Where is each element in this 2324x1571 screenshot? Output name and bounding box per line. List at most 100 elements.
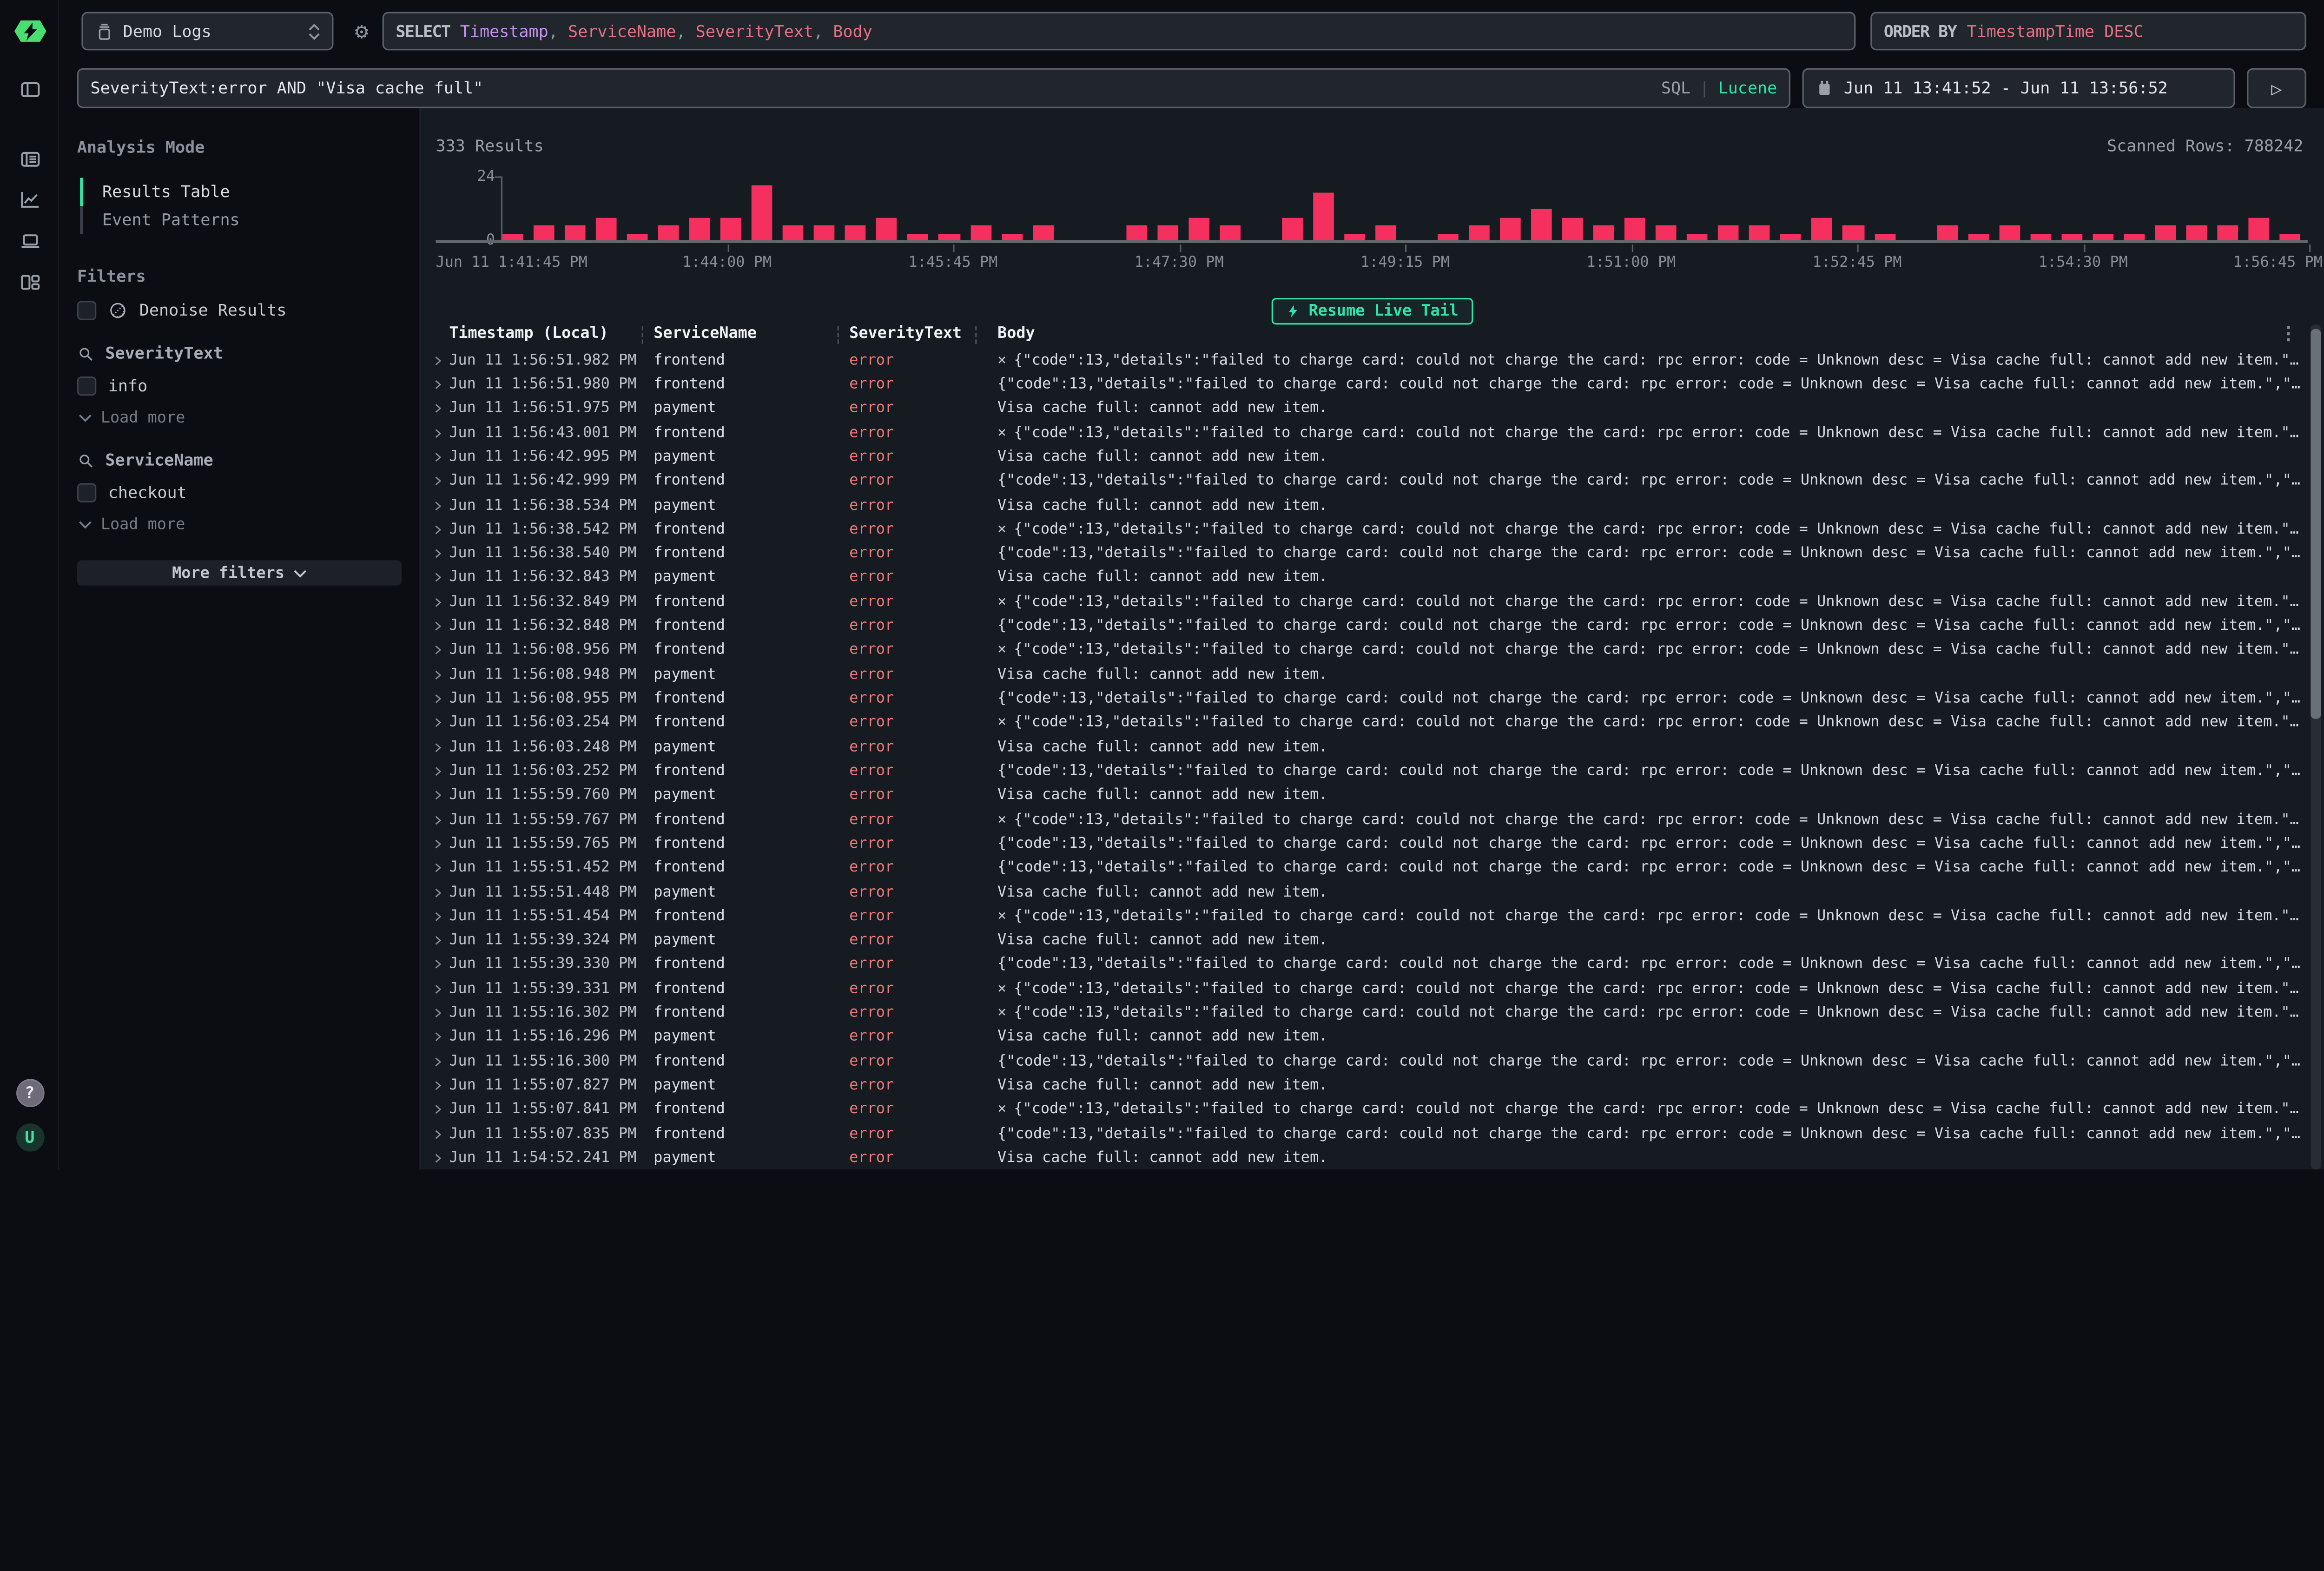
expand-chevron-icon[interactable] (431, 1079, 449, 1093)
histogram-bar[interactable] (1469, 225, 1490, 242)
column-separator[interactable] (975, 326, 977, 344)
log-row[interactable]: Jun 11 1:56:51.980 PMfrontenderror{"code… (421, 372, 2306, 396)
expand-chevron-icon[interactable] (431, 475, 449, 488)
log-row[interactable]: Jun 11 1:56:08.955 PMfrontenderror{"code… (421, 687, 2306, 711)
expand-chevron-icon[interactable] (431, 571, 449, 585)
expand-chevron-icon[interactable] (431, 1030, 449, 1044)
source-selector[interactable]: Demo Logs (81, 12, 333, 51)
col-body[interactable]: Body (997, 324, 1035, 342)
histogram-bar[interactable] (1936, 225, 1957, 242)
expand-chevron-icon[interactable] (431, 668, 449, 681)
histogram-bar[interactable] (1188, 217, 1209, 242)
log-row[interactable]: Jun 11 1:55:07.835 PMfrontenderror{"code… (421, 1122, 2306, 1146)
expand-chevron-icon[interactable] (431, 910, 449, 923)
resume-live-tail-button[interactable]: Resume Live Tail (1272, 298, 1473, 324)
help-button[interactable]: ? (0, 1077, 59, 1107)
log-row[interactable]: Jun 11 1:55:39.330 PMfrontenderror{"code… (421, 953, 2306, 977)
histogram-bar[interactable] (1812, 217, 1833, 242)
expand-chevron-icon[interactable] (431, 644, 449, 657)
expand-chevron-icon[interactable] (431, 1006, 449, 1020)
histogram-bar[interactable] (1157, 225, 1178, 242)
histogram-bar[interactable] (1220, 225, 1241, 242)
expand-chevron-icon[interactable] (431, 861, 449, 875)
load-more-severitytext[interactable]: Load more (79, 409, 402, 427)
expand-chevron-icon[interactable] (431, 1128, 449, 1141)
log-row[interactable]: Jun 11 1:55:07.827 PMpaymenterrorVisa ca… (421, 1074, 2306, 1098)
histogram-bar[interactable] (814, 225, 835, 242)
col-timestamp[interactable]: Timestamp (Local) (449, 324, 608, 342)
log-row[interactable]: Jun 11 1:56:03.254 PMfrontenderror×{"cod… (421, 711, 2306, 735)
col-servicename[interactable]: ServiceName (654, 324, 757, 342)
histogram-bar[interactable] (2155, 225, 2176, 242)
histogram-bar[interactable] (1594, 225, 1615, 242)
log-row[interactable]: Jun 11 1:55:16.296 PMpaymenterrorVisa ca… (421, 1025, 2306, 1050)
histogram-bar[interactable] (2217, 225, 2238, 242)
histogram-bar[interactable] (877, 217, 898, 242)
denoise-results-toggle[interactable]: Denoise Results (77, 301, 402, 320)
log-card-icon[interactable] (0, 144, 59, 173)
facet-option-info[interactable]: info (77, 376, 402, 396)
histogram-bar[interactable] (720, 217, 741, 242)
histogram-bar[interactable] (596, 217, 617, 242)
log-row[interactable]: Jun 11 1:55:59.765 PMfrontenderror{"code… (421, 832, 2306, 856)
log-row[interactable]: Jun 11 1:55:59.767 PMfrontenderror×{"cod… (421, 808, 2306, 832)
laptop-icon[interactable] (0, 225, 59, 255)
log-row[interactable]: Jun 11 1:55:51.454 PMfrontenderror×{"cod… (421, 904, 2306, 929)
log-row[interactable]: Jun 11 1:55:16.302 PMfrontenderror×{"cod… (421, 1001, 2306, 1025)
histogram-bar[interactable] (752, 185, 773, 242)
expand-chevron-icon[interactable] (431, 958, 449, 971)
analysis-tab-results-table[interactable]: Results Table (80, 178, 402, 206)
histogram-bar[interactable] (534, 225, 555, 242)
histogram-bar[interactable] (783, 225, 804, 242)
log-row[interactable]: Jun 11 1:56:03.252 PMfrontenderror{"code… (421, 759, 2306, 784)
run-query-button[interactable]: ▷ (2247, 68, 2306, 108)
log-row[interactable]: Jun 11 1:56:51.982 PMfrontenderror×{"cod… (421, 348, 2306, 372)
log-row[interactable]: Jun 11 1:56:43.001 PMfrontenderror×{"cod… (421, 421, 2306, 445)
expand-chevron-icon[interactable] (431, 1152, 449, 1165)
expand-chevron-icon[interactable] (431, 1055, 449, 1069)
time-range-picker[interactable]: Jun 11 13:41:52 - Jun 11 13:56:52 (1802, 68, 2235, 108)
expand-chevron-icon[interactable] (431, 813, 449, 826)
user-avatar[interactable]: U (0, 1122, 59, 1152)
log-row[interactable]: Jun 11 1:56:32.849 PMfrontenderror×{"cod… (421, 590, 2306, 614)
histogram-bar[interactable] (970, 225, 991, 242)
gear-icon[interactable]: ⚙ (347, 15, 376, 47)
analysis-tab-event-patterns[interactable]: Event Patterns (80, 206, 402, 234)
log-row[interactable]: Jun 11 1:56:38.534 PMpaymenterrorVisa ca… (421, 493, 2306, 517)
table-options-kebab-icon[interactable]: ⋮ (2279, 323, 2297, 344)
log-row[interactable]: Jun 11 1:56:03.248 PMpaymenterrorVisa ca… (421, 735, 2306, 759)
order-by-input[interactable]: ORDER BY TimestampTime DESC (1870, 12, 2306, 51)
histogram-bar[interactable] (1843, 225, 1864, 242)
expand-chevron-icon[interactable] (431, 378, 449, 391)
log-row[interactable]: Jun 11 1:56:32.848 PMfrontenderror{"code… (421, 614, 2306, 639)
mode-sql[interactable]: SQL (1661, 79, 1690, 98)
expand-chevron-icon[interactable] (431, 716, 449, 730)
log-row[interactable]: Jun 11 1:56:51.975 PMpaymenterrorVisa ca… (421, 396, 2306, 421)
log-row[interactable]: Jun 11 1:56:42.999 PMfrontenderror{"code… (421, 469, 2306, 493)
results-histogram[interactable]: 24 0 Jun 11 1:41:45 PM1:44:00 PM1:45:45 … (436, 176, 2308, 241)
histogram-bar[interactable] (1313, 193, 1334, 242)
expand-chevron-icon[interactable] (431, 789, 449, 802)
expand-chevron-icon[interactable] (431, 765, 449, 778)
expand-chevron-icon[interactable] (431, 982, 449, 996)
histogram-bar[interactable] (1656, 225, 1677, 242)
histogram-bar[interactable] (1718, 225, 1739, 242)
checkbox[interactable] (77, 376, 96, 396)
expand-chevron-icon[interactable] (431, 692, 449, 706)
log-row[interactable]: Jun 11 1:55:07.841 PMfrontenderror×{"cod… (421, 1098, 2306, 1122)
log-row[interactable]: Jun 11 1:56:38.540 PMfrontenderror{"code… (421, 541, 2306, 566)
search-input[interactable]: SeverityText:error AND "Visa cache full"… (77, 68, 1790, 108)
histogram-bar[interactable] (1126, 225, 1147, 242)
histogram-bar[interactable] (845, 225, 866, 242)
mode-lucene[interactable]: Lucene (1718, 79, 1777, 98)
expand-chevron-icon[interactable] (431, 885, 449, 899)
histogram-bar[interactable] (1282, 217, 1303, 242)
log-row[interactable]: Jun 11 1:56:32.843 PMpaymenterrorVisa ca… (421, 566, 2306, 590)
expand-chevron-icon[interactable] (431, 499, 449, 512)
histogram-bar[interactable] (1999, 225, 2020, 242)
expand-chevron-icon[interactable] (431, 740, 449, 754)
layout-grid-icon[interactable] (0, 267, 59, 297)
scrollbar-thumb[interactable] (2311, 329, 2321, 719)
histogram-bar[interactable] (1531, 209, 1552, 242)
histogram-bar[interactable] (1500, 217, 1521, 242)
